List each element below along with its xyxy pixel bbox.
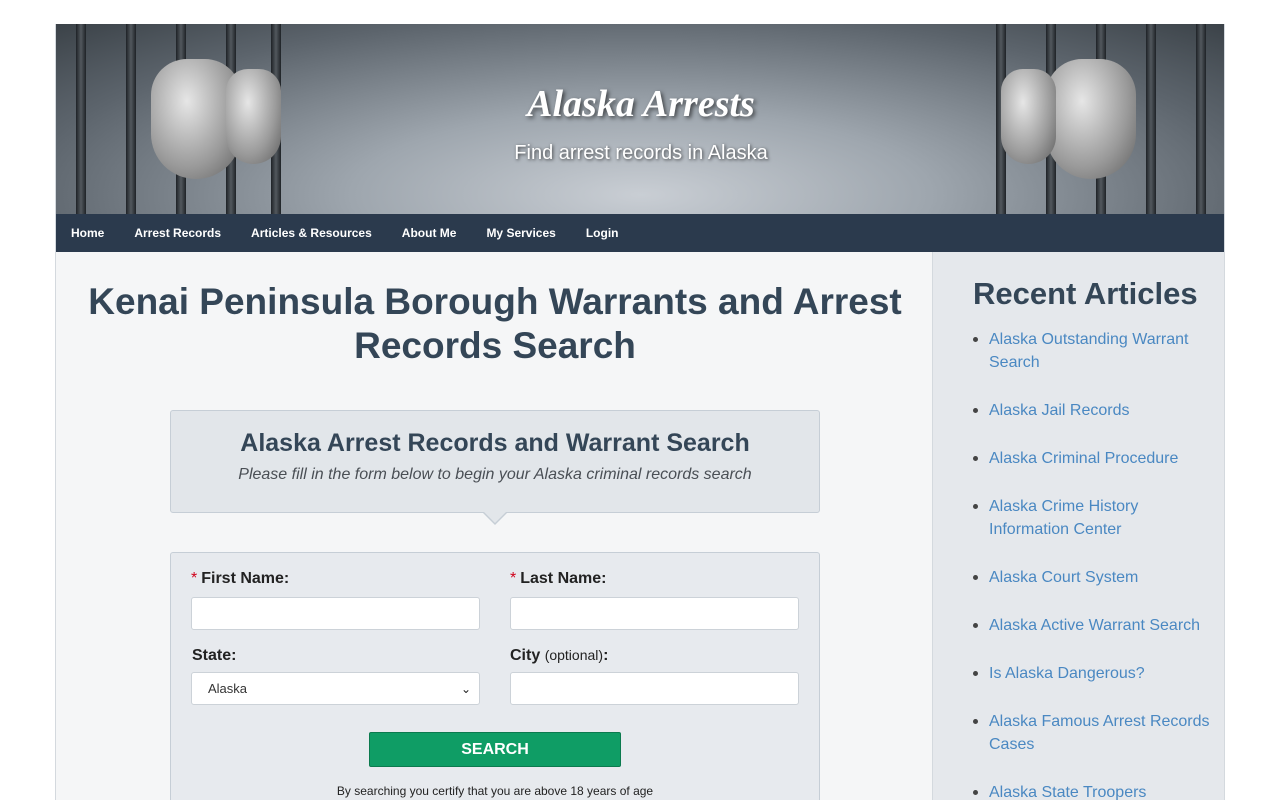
city-input[interactable] bbox=[510, 672, 799, 705]
recent-articles-list: Alaska Outstanding Warrant Search Alaska… bbox=[973, 328, 1218, 800]
nav-articles-resources[interactable]: Articles & Resources bbox=[251, 226, 372, 240]
city-optional-note: (optional) bbox=[544, 647, 604, 663]
recent-articles-title: Recent Articles bbox=[973, 276, 1198, 311]
nav-arrest-records[interactable]: Arrest Records bbox=[134, 226, 221, 240]
article-link[interactable]: Alaska Active Warrant Search bbox=[973, 614, 1218, 637]
state-selected-value: Alaska bbox=[208, 681, 248, 696]
nav-login[interactable]: Login bbox=[586, 226, 619, 240]
header-banner: Alaska Arrests Find arrest records in Al… bbox=[56, 24, 1224, 214]
article-link[interactable]: Alaska Crime History Information Center bbox=[973, 495, 1218, 541]
last-name-label: * Last Name: bbox=[510, 570, 607, 587]
first-name-input[interactable] bbox=[191, 597, 480, 630]
required-mark: * bbox=[191, 570, 198, 587]
chevron-down-icon: ⌄ bbox=[460, 681, 471, 696]
article-link[interactable]: Alaska Jail Records bbox=[973, 399, 1218, 422]
nav-about-me[interactable]: About Me bbox=[402, 226, 457, 240]
last-name-input[interactable] bbox=[510, 597, 799, 630]
site-title[interactable]: Alaska Arrests bbox=[56, 82, 1224, 126]
age-certification-text: By searching you certify that you are ab… bbox=[336, 784, 654, 798]
first-name-label: * First Name: bbox=[191, 570, 290, 587]
state-label: State: bbox=[192, 647, 237, 664]
article-link[interactable]: Alaska Court System bbox=[973, 566, 1218, 589]
page: Alaska Arrests Find arrest records in Al… bbox=[55, 24, 1225, 800]
required-mark: * bbox=[510, 570, 517, 587]
city-label: City (optional): bbox=[510, 647, 609, 664]
nav-my-services[interactable]: My Services bbox=[486, 226, 555, 240]
search-header-box: Alaska Arrest Records and Warrant Search… bbox=[170, 410, 820, 513]
article-link[interactable]: Alaska State Troopers bbox=[973, 781, 1218, 800]
sidebar: Recent Articles Alaska Outstanding Warra… bbox=[932, 252, 1224, 800]
state-select[interactable]: Alaska ⌄ bbox=[191, 672, 480, 705]
search-heading: Alaska Arrest Records and Warrant Search bbox=[240, 429, 750, 457]
nav-home[interactable]: Home bbox=[71, 226, 104, 240]
article-link[interactable]: Alaska Famous Arrest Records Cases bbox=[973, 710, 1218, 756]
site-tagline: Find arrest records in Alaska bbox=[514, 142, 768, 164]
search-subheading: Please fill in the form below to begin y… bbox=[238, 466, 752, 483]
page-title: Kenai Peninsula Borough Warrants and Arr… bbox=[88, 281, 902, 366]
main-nav: Home Arrest Records Articles & Resources… bbox=[56, 214, 1224, 252]
main-content: Kenai Peninsula Borough Warrants and Arr… bbox=[56, 252, 932, 800]
article-link[interactable]: Alaska Outstanding Warrant Search bbox=[973, 328, 1218, 374]
article-link[interactable]: Is Alaska Dangerous? bbox=[973, 662, 1218, 685]
search-form: * First Name: * Last Name: State: Alaska ⌄… bbox=[170, 552, 820, 800]
article-link[interactable]: Alaska Criminal Procedure bbox=[973, 447, 1218, 470]
search-button[interactable]: SEARCH bbox=[369, 732, 621, 767]
